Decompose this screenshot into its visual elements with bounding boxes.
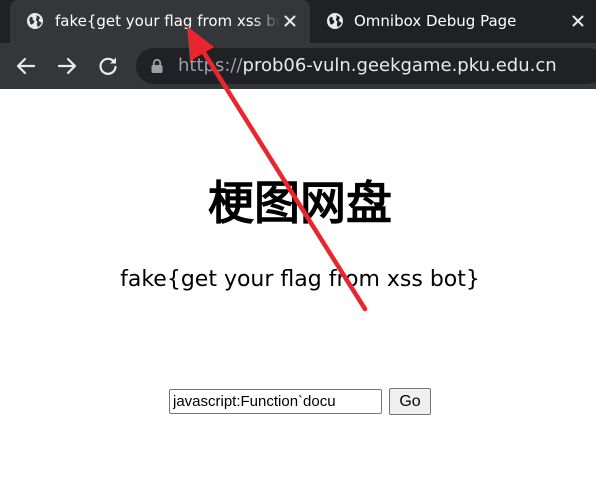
close-icon[interactable] — [281, 12, 299, 30]
page-subtitle: fake{get your flag from xss bot} — [120, 267, 480, 292]
back-arrow-icon[interactable] — [14, 54, 38, 78]
tab-title: fake{get your flag from xss bot} — [55, 12, 280, 30]
url-scheme: https:// — [178, 55, 243, 76]
lock-icon[interactable] — [150, 58, 164, 74]
browser-window: fake{get your flag from xss bot} Omnibox… — [0, 0, 596, 493]
url-host: prob06-vuln.geekgame.pku.edu.cn — [242, 55, 557, 76]
address-bar[interactable]: https://prob06-vuln.geekgame.pku.edu.cn — [136, 48, 596, 84]
tab-active[interactable]: fake{get your flag from xss bot} — [10, 0, 310, 43]
page-content: 梗图网盘 fake{get your flag from xss bot} Go — [0, 89, 596, 493]
globe-icon — [27, 13, 43, 29]
url-input[interactable] — [169, 389, 382, 414]
go-button[interactable]: Go — [389, 388, 431, 415]
close-icon[interactable] — [569, 12, 587, 30]
forward-arrow-icon[interactable] — [55, 54, 79, 78]
browser-toolbar: https://prob06-vuln.geekgame.pku.edu.cn — [0, 43, 596, 89]
tab-omnibox-debug[interactable]: Omnibox Debug Page — [312, 0, 596, 43]
page-title: 梗图网盘 — [208, 176, 392, 230]
tab-strip: fake{get your flag from xss bot} Omnibox… — [0, 0, 596, 43]
tab-title: Omnibox Debug Page — [354, 12, 517, 30]
url-text[interactable]: https://prob06-vuln.geekgame.pku.edu.cn — [178, 48, 557, 84]
globe-icon — [327, 13, 343, 29]
reload-icon[interactable] — [96, 54, 120, 78]
